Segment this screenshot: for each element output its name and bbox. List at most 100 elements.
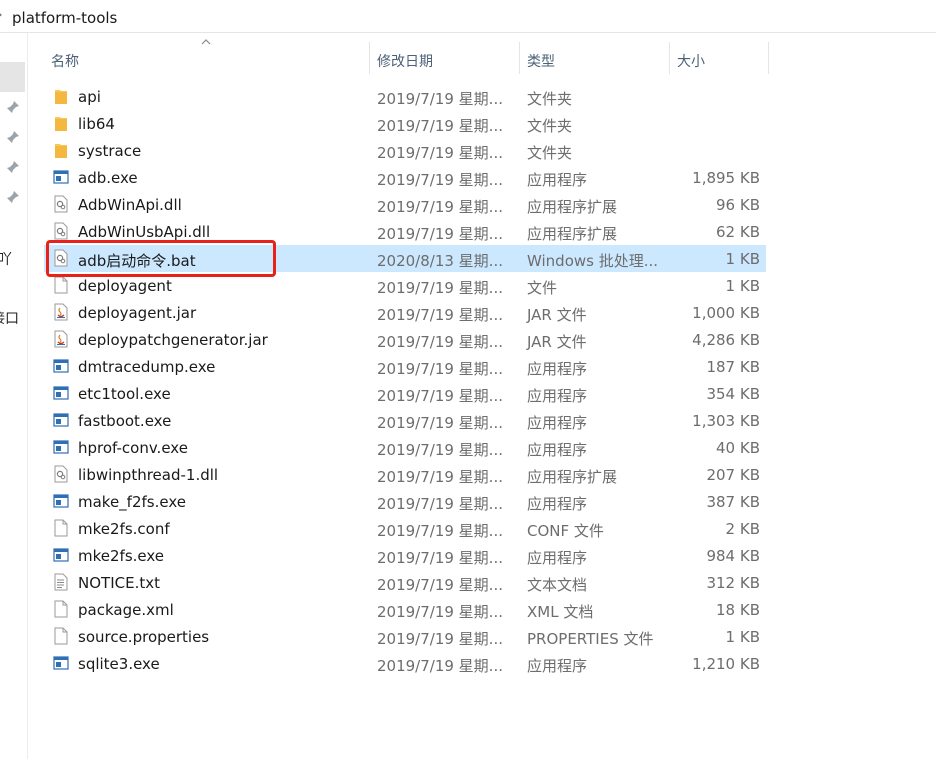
file-row[interactable]: mke2fs.exe 2019/7/19 星期... 应用程序 984 KB bbox=[44, 542, 766, 569]
file-size: 18 KB bbox=[716, 601, 760, 619]
file-type: 应用程序扩展 bbox=[527, 225, 618, 243]
txt-icon bbox=[54, 573, 68, 591]
file-name: sqlite3.exe bbox=[78, 655, 160, 673]
file-date: 2020/8/13 星期... bbox=[377, 252, 503, 270]
file-name: systrace bbox=[78, 142, 142, 160]
exe-icon bbox=[53, 413, 69, 427]
file-row[interactable]: systrace 2019/7/19 星期... 文件夹 bbox=[44, 137, 766, 164]
file-row[interactable]: AdbWinApi.dll 2019/7/19 星期... 应用程序扩展 96 KB bbox=[44, 191, 766, 218]
file-name: deploypatchgenerator.jar bbox=[78, 331, 268, 349]
exe-icon bbox=[53, 656, 69, 670]
file-name: etc1tool.exe bbox=[78, 385, 171, 403]
navigation-pane: ı吖 接口 bbox=[0, 33, 28, 759]
file-row[interactable]: etc1tool.exe 2019/7/19 星期... 应用程序 354 KB bbox=[44, 380, 766, 407]
file-date: 2019/7/19 星期... bbox=[377, 171, 503, 189]
file-row[interactable]: mke2fs.conf 2019/7/19 星期... CONF 文件 2 KB bbox=[44, 515, 766, 542]
file-size: 187 KB bbox=[706, 358, 760, 376]
address-bar[interactable]: › platform-tools bbox=[0, 0, 936, 33]
column-divider[interactable] bbox=[768, 42, 769, 74]
file-size: 1 KB bbox=[725, 277, 760, 295]
exe-icon bbox=[53, 170, 69, 184]
file-name: deployagent bbox=[78, 277, 172, 295]
file-name: api bbox=[78, 88, 101, 106]
jar-icon bbox=[54, 303, 68, 321]
file-size: 984 KB bbox=[706, 547, 760, 565]
file-date: 2019/7/19 星期... bbox=[377, 630, 503, 648]
pin-icon[interactable] bbox=[6, 130, 20, 144]
breadcrumb-arrow-icon[interactable]: › bbox=[0, 8, 2, 21]
file-row[interactable]: adb.exe 2019/7/19 星期... 应用程序 1,895 KB bbox=[44, 164, 766, 191]
file-size: 62 KB bbox=[716, 223, 760, 241]
column-name-header[interactable]: 名称 bbox=[44, 42, 369, 76]
file-size: 1 KB bbox=[725, 250, 760, 268]
file-size: 1,303 KB bbox=[692, 412, 760, 430]
column-name-label: 名称 bbox=[51, 54, 79, 70]
file-name: mke2fs.conf bbox=[78, 520, 170, 538]
file-type: 文件夹 bbox=[527, 144, 573, 162]
file-date: 2019/7/19 星期... bbox=[377, 468, 503, 486]
file-size: 4,286 KB bbox=[692, 331, 760, 349]
file-size: 312 KB bbox=[706, 574, 760, 592]
nav-item-label[interactable]: ı吖 bbox=[0, 249, 12, 269]
file-icon bbox=[54, 519, 68, 537]
file-name: package.xml bbox=[78, 601, 174, 619]
file-type: 文件 bbox=[527, 279, 558, 297]
column-size-header[interactable]: 大小 bbox=[670, 42, 768, 76]
pin-icon[interactable] bbox=[6, 190, 20, 204]
file-row[interactable]: make_f2fs.exe 2019/7/19 星期... 应用程序 387 KB bbox=[44, 488, 766, 515]
file-size: 387 KB bbox=[706, 493, 760, 511]
file-date: 2019/7/19 星期... bbox=[377, 657, 503, 675]
file-type: CONF 文件 bbox=[527, 522, 604, 540]
file-name: make_f2fs.exe bbox=[78, 493, 186, 511]
file-name: libwinpthread-1.dll bbox=[78, 466, 219, 484]
file-size: 1 KB bbox=[725, 628, 760, 646]
file-row[interactable]: NOTICE.txt 2019/7/19 星期... 文本文档 312 KB bbox=[44, 569, 766, 596]
file-name: lib64 bbox=[78, 115, 115, 133]
file-row[interactable]: fastboot.exe 2019/7/19 星期... 应用程序 1,303 KB bbox=[44, 407, 766, 434]
file-type: 文件夹 bbox=[527, 90, 573, 108]
file-row[interactable]: source.properties 2019/7/19 星期... PROPERTI… bbox=[44, 623, 766, 650]
column-date-header[interactable]: 修改日期 bbox=[370, 42, 519, 76]
pin-icon[interactable] bbox=[6, 100, 20, 114]
exe-icon bbox=[53, 386, 69, 400]
file-type: 应用程序 bbox=[527, 657, 588, 675]
file-date: 2019/7/19 星期... bbox=[377, 117, 503, 135]
file-size: 2 KB bbox=[725, 520, 760, 538]
file-row[interactable]: hprof-conv.exe 2019/7/19 星期... 应用程序 40 KB bbox=[44, 434, 766, 461]
file-date: 2019/7/19 星期... bbox=[377, 306, 503, 324]
file-row[interactable]: libwinpthread-1.dll 2019/7/19 星期... 应用程序扩展… bbox=[44, 461, 766, 488]
breadcrumb-folder[interactable]: platform-tools bbox=[12, 9, 117, 27]
file-size: 1,000 KB bbox=[692, 304, 760, 322]
file-name: AdbWinUsbApi.dll bbox=[78, 223, 211, 241]
file-name: fastboot.exe bbox=[78, 412, 172, 430]
file-row[interactable]: deployagent.jar 2019/7/19 星期... JAR 文件 1,00… bbox=[44, 299, 766, 326]
file-row[interactable]: api 2019/7/19 星期... 文件夹 bbox=[44, 83, 766, 110]
nav-item-selected[interactable] bbox=[0, 62, 25, 92]
column-size-label: 大小 bbox=[677, 54, 705, 70]
file-date: 2019/7/19 星期... bbox=[377, 495, 503, 513]
file-row[interactable]: sqlite3.exe 2019/7/19 星期... 应用程序 1,210 KB bbox=[44, 650, 766, 677]
nav-item-label[interactable]: 接口 bbox=[0, 308, 19, 328]
exe-icon bbox=[53, 359, 69, 373]
file-name: dmtracedump.exe bbox=[78, 358, 216, 376]
file-size: 96 KB bbox=[716, 196, 760, 214]
column-type-header[interactable]: 类型 bbox=[520, 42, 669, 76]
red-highlight-box bbox=[46, 240, 276, 277]
file-row[interactable]: package.xml 2019/7/19 星期... XML 文档 18 KB bbox=[44, 596, 766, 623]
file-size: 354 KB bbox=[706, 385, 760, 403]
file-date: 2019/7/19 星期... bbox=[377, 333, 503, 351]
file-type: 应用程序 bbox=[527, 441, 588, 459]
file-row[interactable]: lib64 2019/7/19 星期... 文件夹 bbox=[44, 110, 766, 137]
file-size: 1,210 KB bbox=[692, 655, 760, 673]
file-icon bbox=[54, 627, 68, 645]
file-name: AdbWinApi.dll bbox=[78, 196, 182, 214]
column-date-label: 修改日期 bbox=[377, 54, 433, 70]
column-type-label: 类型 bbox=[527, 54, 555, 70]
file-name: deployagent.jar bbox=[78, 304, 197, 322]
file-row[interactable]: deploypatchgenerator.jar 2019/7/19 星期... J… bbox=[44, 326, 766, 353]
file-row[interactable]: dmtracedump.exe 2019/7/19 星期... 应用程序 187 KB bbox=[44, 353, 766, 380]
file-date: 2019/7/19 星期... bbox=[377, 522, 503, 540]
file-type: Windows 批处理... bbox=[527, 252, 659, 270]
pin-icon[interactable] bbox=[6, 160, 20, 174]
dll-icon bbox=[54, 465, 68, 483]
